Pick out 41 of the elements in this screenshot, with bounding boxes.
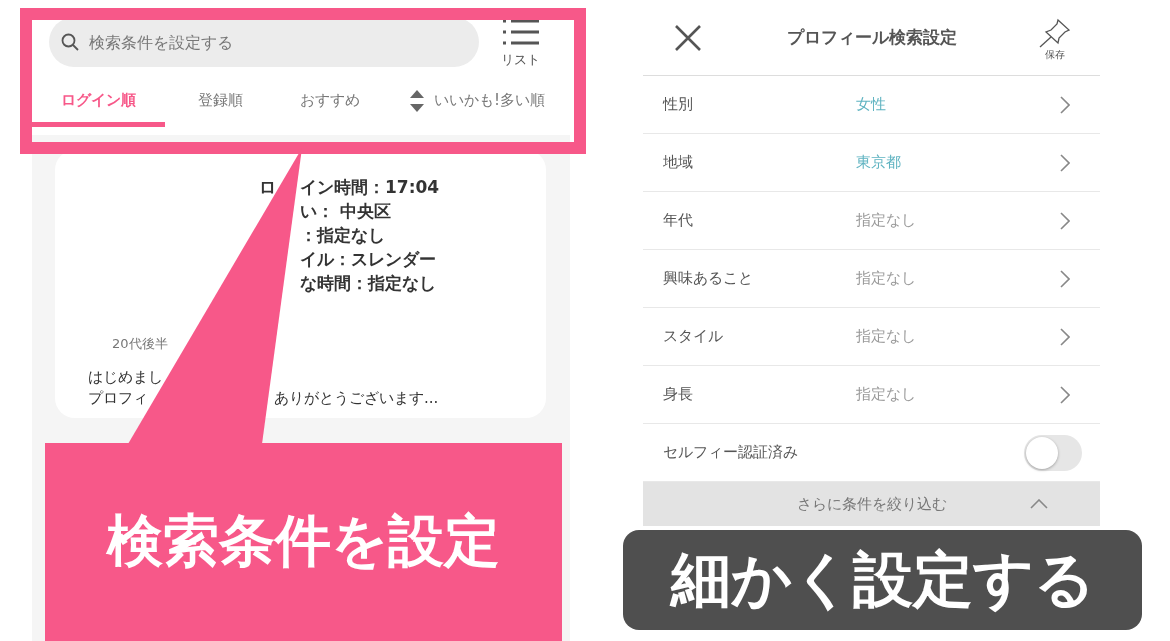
screen-title: プロフィール検索設定 xyxy=(785,26,958,49)
sort-tab[interactable]: おすすめ xyxy=(275,91,385,127)
list-button[interactable]: リスト xyxy=(501,19,540,69)
detail-text: ロ xyxy=(259,176,276,197)
search-input[interactable]: 検索条件を設定する xyxy=(87,31,467,53)
setting-row[interactable]: 興味あること 指定なし xyxy=(643,250,1100,308)
chevron-right-icon xyxy=(1060,153,1070,172)
setting-row[interactable]: 性別 女性 xyxy=(643,76,1100,134)
list-icon xyxy=(502,19,539,45)
chevron-right-icon xyxy=(1060,269,1070,288)
message-text: プロフィ xyxy=(88,389,149,408)
setting-row[interactable]: 身長 指定なし xyxy=(643,366,1100,424)
detail-text: イル：スレンダー xyxy=(300,247,437,271)
age-text: 20代後半 xyxy=(112,335,169,353)
sort-icon xyxy=(410,89,424,112)
sort-tab[interactable]: いいかも!多い順 xyxy=(385,91,570,127)
detail-text: イン時間：17:04 xyxy=(300,175,441,199)
close-icon[interactable] xyxy=(675,24,701,51)
message-text: はじめまし xyxy=(88,368,164,387)
chevron-up-icon xyxy=(1030,499,1048,509)
message-text: ありがとうございます... xyxy=(274,389,440,408)
chevron-right-icon xyxy=(1060,385,1070,404)
setting-row[interactable]: 地域 東京都 xyxy=(643,134,1100,192)
detail-text: ：指定なし xyxy=(300,223,386,247)
chevron-right-icon xyxy=(1060,327,1070,346)
callout-text: 細かく設定する xyxy=(623,530,1142,630)
setting-label: セルフィー認証済み xyxy=(663,443,799,462)
chevron-right-icon xyxy=(1060,211,1070,230)
sort-tab[interactable]: 登録順 xyxy=(165,91,275,127)
chevron-right-icon xyxy=(1060,95,1070,114)
detail-text: い： 中央区 xyxy=(300,199,392,223)
search-field[interactable]: 検索条件を設定する xyxy=(49,17,479,67)
toggle-switch[interactable] xyxy=(1024,434,1082,471)
more-filters-bar[interactable]: さらに条件を絞り込む xyxy=(643,482,1100,526)
setting-row[interactable]: 年代 指定なし xyxy=(643,192,1100,250)
callout-text: 検索条件を設定 xyxy=(45,443,562,641)
pin-icon xyxy=(1039,17,1071,48)
search-icon xyxy=(61,33,79,51)
setting-row[interactable]: スタイル 指定なし xyxy=(643,308,1100,366)
detail-text: な時間：指定なし xyxy=(300,271,437,295)
save-button[interactable]: 保存 xyxy=(1010,17,1100,62)
